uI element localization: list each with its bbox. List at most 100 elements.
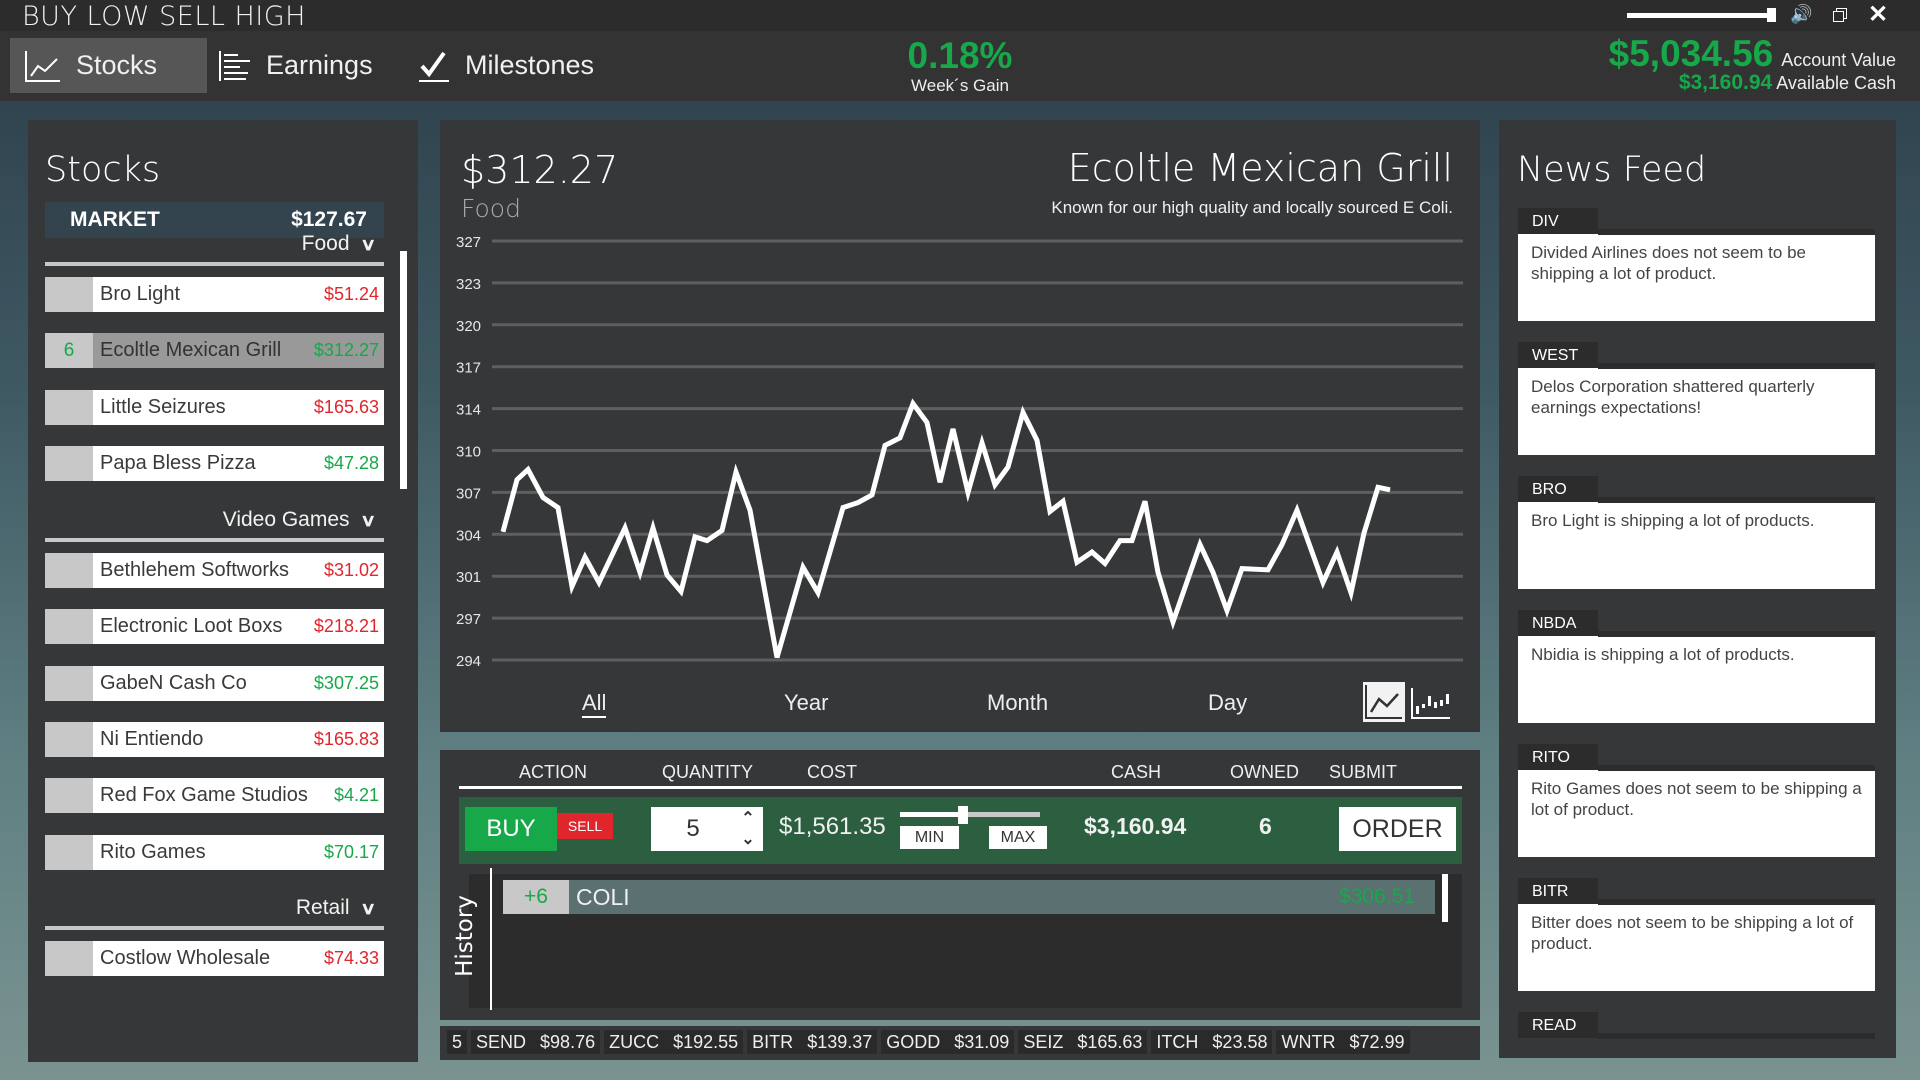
price-point xyxy=(776,656,778,658)
app-title: BUY LOW SELL HIGH xyxy=(22,1,306,32)
history-scrollbar[interactable] xyxy=(1442,874,1448,922)
stock-row[interactable]: 6 Ecoltle Mexican Grill $312.27 xyxy=(45,333,384,368)
price-point xyxy=(584,556,586,558)
candlestick-chart-type-button[interactable] xyxy=(1410,682,1452,722)
news-item[interactable]: RITO Rito Games does not seem to be shipp… xyxy=(1518,744,1875,857)
range-tab-month[interactable]: Month xyxy=(987,690,1048,716)
news-item[interactable]: NBDA Nbidia is shipping a lot of products… xyxy=(1518,610,1875,723)
close-icon[interactable]: ✕ xyxy=(1868,0,1888,29)
stock-row[interactable]: Little Seizures $165.63 xyxy=(45,390,384,425)
category-header[interactable]: Retail ∨ xyxy=(45,896,384,930)
price-point xyxy=(802,566,804,568)
quantity-slider-fill xyxy=(900,812,963,817)
price-point xyxy=(735,471,737,473)
ticker-item: WNTR $72.99 xyxy=(1276,1030,1410,1054)
news-item[interactable]: BRO Bro Light is shipping a lot of produc… xyxy=(1518,476,1875,589)
price-point xyxy=(939,481,941,483)
price-point xyxy=(666,574,668,576)
news-item[interactable]: DIV Divided Airlines does not seem to be … xyxy=(1518,208,1875,321)
price-point xyxy=(1172,621,1174,623)
line-chart-type-button[interactable] xyxy=(1363,682,1405,722)
price-point xyxy=(1119,540,1121,542)
history-entry[interactable]: +6 COLI $306.51 xyxy=(503,880,1435,914)
stock-row[interactable]: Rito Games $70.17 xyxy=(45,835,384,870)
stock-row[interactable]: GabeN Cash Co $307.25 xyxy=(45,666,384,701)
stock-row[interactable]: Papa Bless Pizza $47.28 xyxy=(45,446,384,481)
range-tab-day[interactable]: Day xyxy=(1208,690,1247,716)
price-point xyxy=(1022,411,1024,413)
max-button[interactable]: MAX xyxy=(989,826,1047,849)
ticker-item: ZUCC $192.55 xyxy=(604,1030,744,1054)
chevron-down-icon[interactable]: ∨ xyxy=(360,235,376,255)
ticker-price: $31.09 xyxy=(954,1031,1010,1052)
stocks-scrollbar[interactable] xyxy=(400,251,407,489)
history-price: $306.51 xyxy=(1339,885,1415,908)
quantity-stepper[interactable]: 5 ⌃ ⌄ xyxy=(651,807,763,851)
news-tag: BRO xyxy=(1518,476,1598,502)
volume-slider[interactable] xyxy=(1627,13,1775,18)
account-summary: $5,034.56 Account Value $3,160.94 Availa… xyxy=(1609,33,1896,95)
chevron-down-icon[interactable]: ⌄ xyxy=(737,829,759,849)
stock-price: $165.83 xyxy=(313,729,379,749)
order-button[interactable]: ORDER xyxy=(1339,807,1456,851)
price-point xyxy=(899,437,901,439)
news-item[interactable]: READ xyxy=(1518,1012,1875,1039)
ticker-item: GODD $31.09 xyxy=(881,1030,1015,1054)
ticker-price: $98.76 xyxy=(540,1031,596,1052)
price-point xyxy=(1363,532,1365,534)
tab-milestones[interactable]: Milestones xyxy=(417,38,594,93)
weeks-gain-value: 0.18% xyxy=(907,35,1013,76)
news-item[interactable]: WEST Delos Corporation shattered quarterl… xyxy=(1518,342,1875,455)
news-body: Divided Airlines does not seem to be shi… xyxy=(1518,234,1875,321)
price-point xyxy=(1389,489,1391,491)
weeks-gain-label: Week´s Gain xyxy=(911,76,1009,95)
speaker-icon[interactable]: 🔊 xyxy=(1790,4,1812,25)
y-tick-label: 317 xyxy=(456,360,481,377)
chevron-down-icon[interactable]: ∨ xyxy=(360,511,376,531)
range-tab-year[interactable]: Year xyxy=(784,690,828,716)
buy-button[interactable]: BUY xyxy=(465,807,557,851)
ticker-symbol: ITCH xyxy=(1156,1031,1199,1052)
news-tag-bar xyxy=(1598,497,1875,503)
header-quantity: QUANTITY xyxy=(662,762,754,782)
stocks-panel: Stocks MARKET $127.67 Food ∨ Bro Light $51.… xyxy=(28,120,418,1062)
tab-stocks[interactable]: Stocks xyxy=(10,38,207,93)
price-point xyxy=(967,491,969,493)
sell-button[interactable]: SELL xyxy=(557,813,613,839)
stock-row[interactable]: Bethlehem Softworks $31.02 xyxy=(45,553,384,588)
header-divider xyxy=(459,786,1462,789)
min-button[interactable]: MIN xyxy=(900,826,959,849)
range-tab-all[interactable]: All xyxy=(582,690,607,718)
category-label: Retail xyxy=(295,896,350,919)
quantity-slider-handle[interactable] xyxy=(958,806,968,824)
price-point xyxy=(571,585,573,587)
tab-earnings[interactable]: Earnings xyxy=(218,38,373,93)
stock-name: Little Seizures xyxy=(100,396,226,418)
ticker-price: 5 xyxy=(452,1031,463,1052)
stock-row[interactable]: Ni Entiendo $165.83 xyxy=(45,722,384,757)
history-label: History xyxy=(452,895,478,977)
news-item[interactable]: BITR Bitter does not seem to be shipping … xyxy=(1518,878,1875,991)
restore-window-icon[interactable] xyxy=(1833,8,1847,22)
chevron-down-icon[interactable]: ∨ xyxy=(360,899,376,919)
stock-name: Costlow Wholesale xyxy=(100,947,271,969)
stock-row[interactable]: Bro Light $51.24 xyxy=(45,277,384,312)
price-point xyxy=(1062,500,1064,502)
y-tick-label: 327 xyxy=(456,234,481,251)
price-point xyxy=(598,582,600,584)
stock-row[interactable]: Costlow Wholesale $74.33 xyxy=(45,941,384,976)
ticker-item: SEND $98.76 xyxy=(471,1030,601,1054)
chevron-up-icon[interactable]: ⌃ xyxy=(737,808,759,828)
news-body: Nbidia is shipping a lot of products. xyxy=(1518,636,1875,723)
stock-row[interactable]: Red Fox Game Studios $4.21 xyxy=(45,778,384,813)
owned-count xyxy=(45,778,93,813)
volume-slider-handle[interactable] xyxy=(1767,8,1776,22)
stock-row[interactable]: Electronic Loot Boxs $218.21 xyxy=(45,609,384,644)
stock-price: $74.33 xyxy=(323,948,379,968)
category-header[interactable]: Video Games ∨ xyxy=(45,508,384,542)
quantity-input[interactable]: 5 xyxy=(651,807,735,851)
line-chart-type-icon xyxy=(1365,685,1402,719)
price-point xyxy=(842,507,844,509)
stock-price: $165.63 xyxy=(313,397,379,417)
category-header[interactable]: Food ∨ xyxy=(45,232,384,266)
